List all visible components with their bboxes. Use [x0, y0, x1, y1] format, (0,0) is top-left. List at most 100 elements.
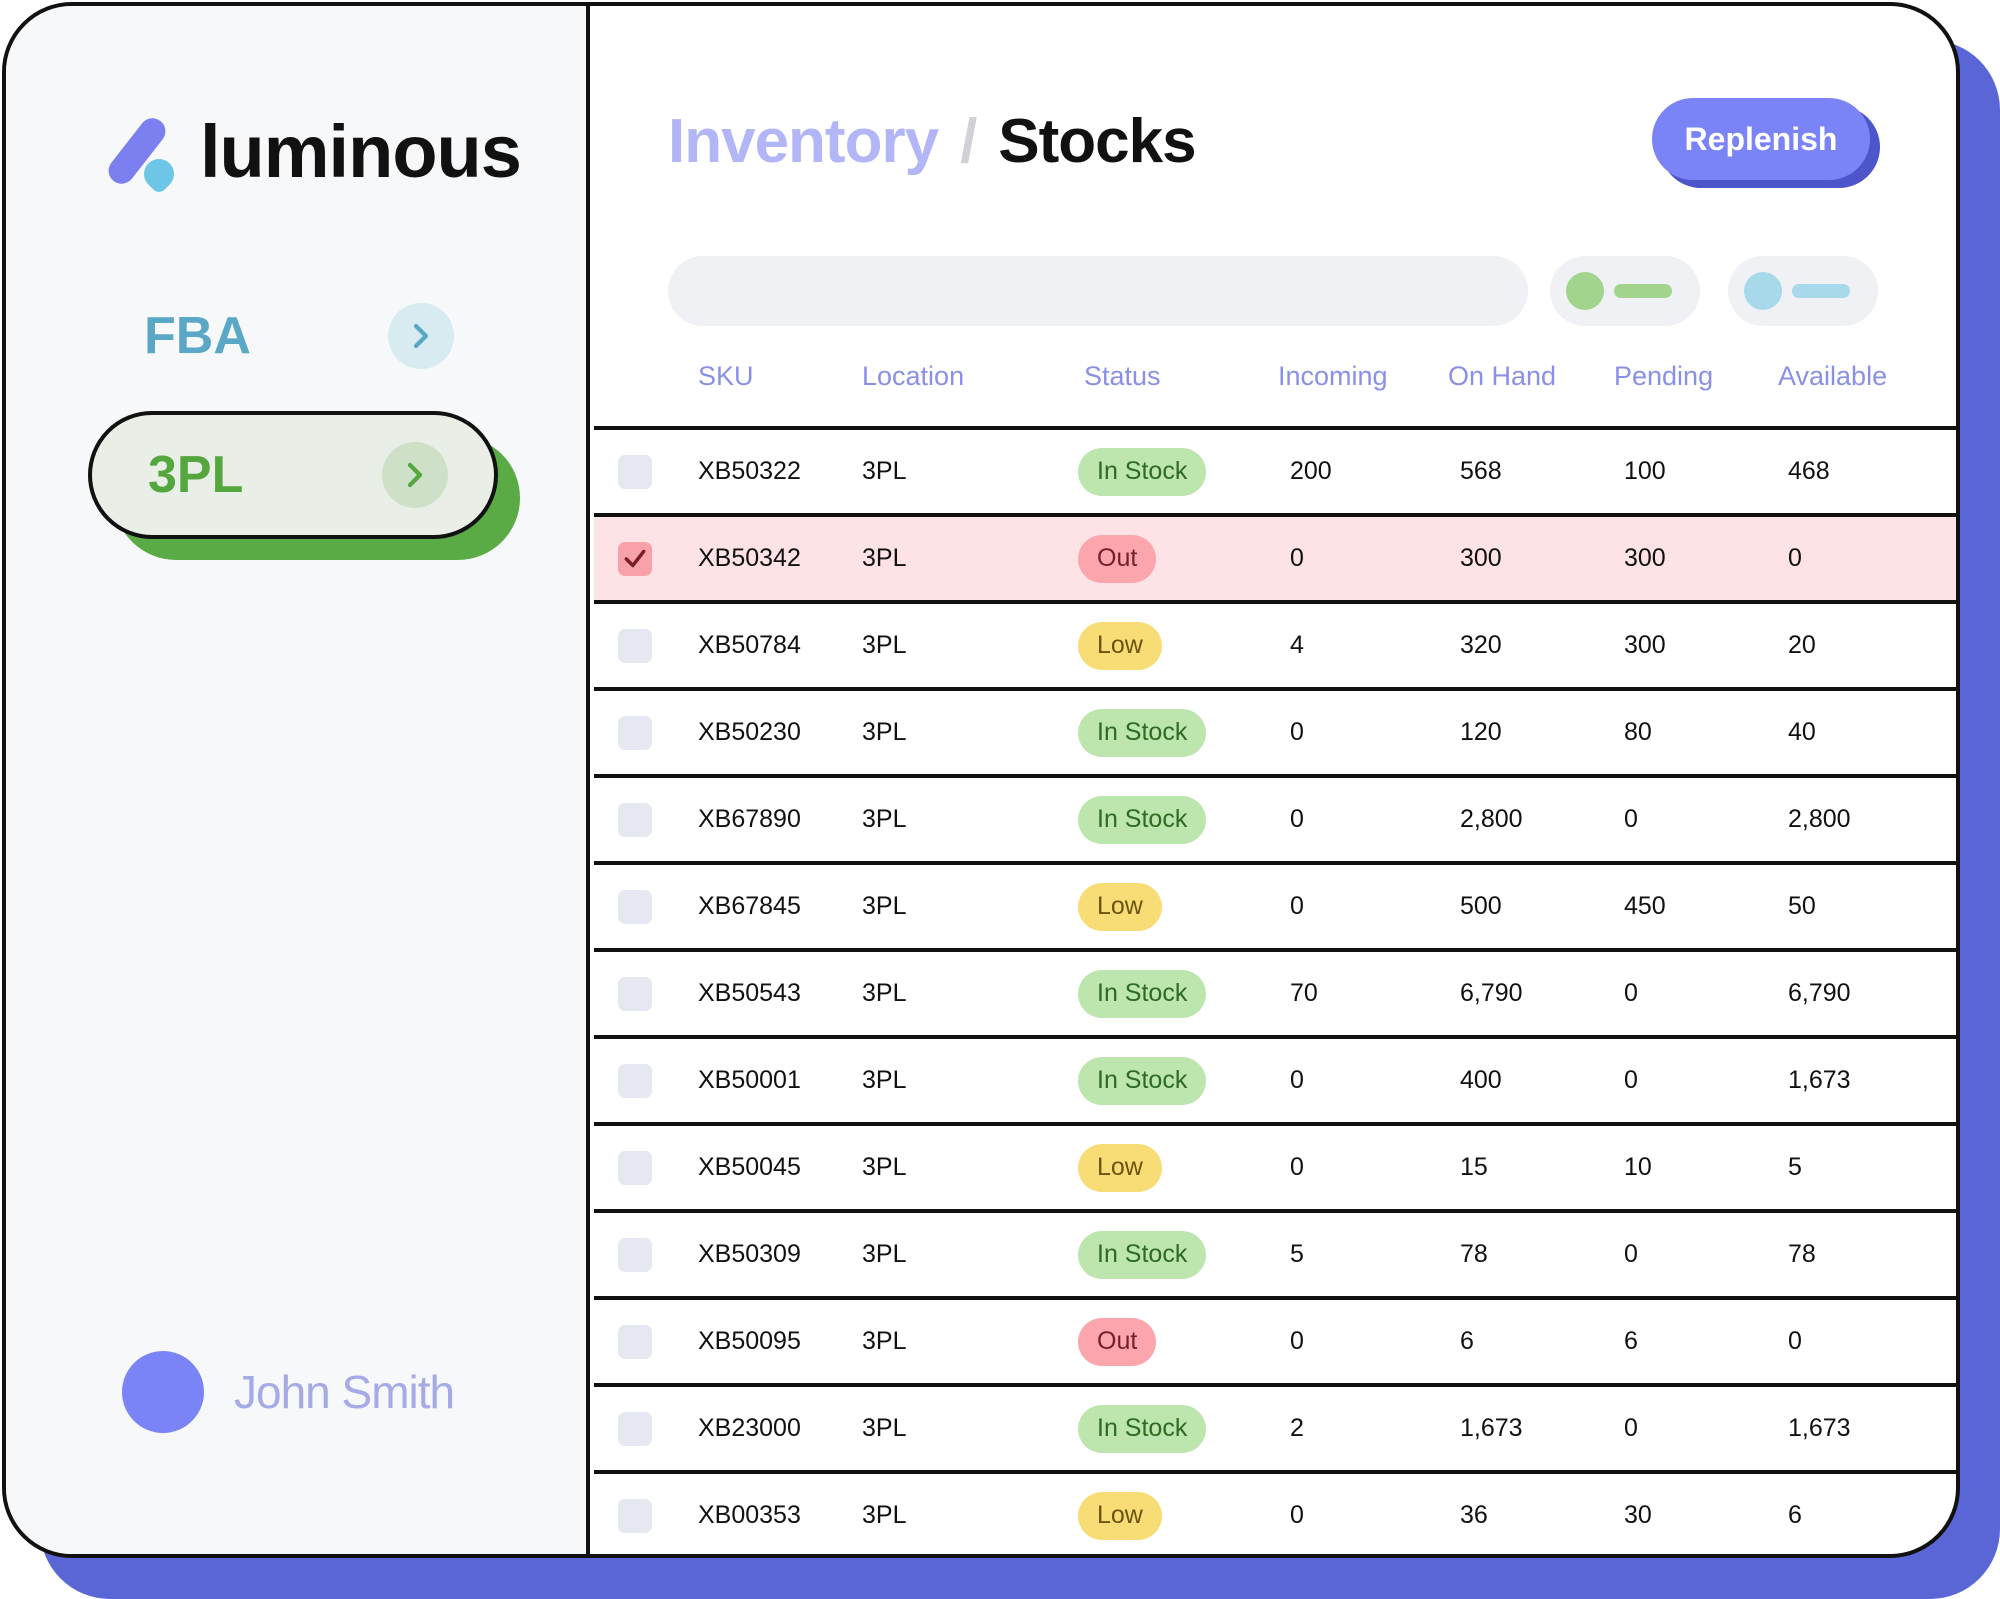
location-cell: 3PL: [862, 1414, 907, 1442]
available-cell: 40: [1788, 718, 1816, 746]
breadcrumb-separator: /: [960, 107, 977, 176]
incoming-cell: 0: [1290, 1501, 1304, 1529]
pending-cell: 450: [1624, 892, 1666, 920]
brand-logo: luminous: [103, 106, 522, 196]
column-header-location[interactable]: Location: [862, 361, 964, 392]
sku-cell: XB50322: [698, 457, 801, 485]
location-cell: 3PL: [862, 631, 907, 659]
user-profile[interactable]: John Smith: [122, 1351, 455, 1433]
table-row[interactable]: XB67890 3PL 0 2,800 0 2,800 In Stock: [594, 774, 1956, 861]
on-hand-cell: 120: [1460, 718, 1502, 746]
status-cell: Out: [1078, 517, 1157, 600]
status-cell: In Stock: [1078, 778, 1207, 861]
sidebar-item-3pl[interactable]: 3PL: [88, 411, 498, 539]
breadcrumb-inventory[interactable]: Inventory: [668, 106, 939, 177]
on-hand-cell: 15: [1460, 1153, 1488, 1181]
filter-line-icon: [1792, 284, 1850, 298]
status-badge: Low: [1078, 621, 1162, 670]
pending-cell: 0: [1624, 805, 1638, 833]
status-cell: In Stock: [1078, 1387, 1207, 1470]
table-row[interactable]: XB50784 3PL 4 320 300 20 Low: [594, 600, 1956, 687]
filter-dot-icon: [1744, 272, 1782, 310]
column-header-pending[interactable]: Pending: [1614, 361, 1713, 392]
location-cell: 3PL: [862, 805, 907, 833]
on-hand-cell: 500: [1460, 892, 1502, 920]
column-header-status[interactable]: Status: [1084, 361, 1161, 392]
table-row[interactable]: XB23000 3PL 2 1,673 0 1,673 In Stock: [594, 1383, 1956, 1470]
table-row[interactable]: XB50095 3PL 0 6 6 0 Out: [594, 1296, 1956, 1383]
pending-cell: 300: [1624, 544, 1666, 572]
row-checkbox[interactable]: [618, 629, 652, 663]
brand-name: luminous: [200, 109, 522, 193]
avatar[interactable]: [122, 1351, 204, 1433]
available-cell: 2,800: [1788, 805, 1851, 833]
row-checkbox[interactable]: [618, 1064, 652, 1098]
available-cell: 1,673: [1788, 1414, 1851, 1442]
row-checkbox[interactable]: [618, 542, 652, 576]
sku-cell: XB00353: [698, 1501, 801, 1529]
row-checkbox[interactable]: [618, 1325, 652, 1359]
available-cell: 0: [1788, 1327, 1802, 1355]
row-checkbox[interactable]: [618, 977, 652, 1011]
sidebar-item-fba[interactable]: FBA: [144, 301, 454, 371]
column-header-available[interactable]: Available: [1778, 361, 1887, 392]
main-content: Inventory / Stocks Replenish SKU Locatio…: [594, 6, 1956, 1554]
incoming-cell: 4: [1290, 631, 1304, 659]
row-checkbox[interactable]: [618, 803, 652, 837]
incoming-cell: 0: [1290, 1327, 1304, 1355]
incoming-cell: 200: [1290, 457, 1332, 485]
location-cell: 3PL: [862, 979, 907, 1007]
sku-cell: XB23000: [698, 1414, 801, 1442]
pending-cell: 6: [1624, 1327, 1638, 1355]
sidebar-item-label: FBA: [144, 307, 251, 365]
search-input[interactable]: [668, 256, 1528, 326]
table-row[interactable]: XB50230 3PL 0 120 80 40 In Stock: [594, 687, 1956, 774]
on-hand-cell: 78: [1460, 1240, 1488, 1268]
table-row[interactable]: XB50322 3PL 200 568 100 468 In Stock: [594, 426, 1956, 513]
column-header-sku[interactable]: SKU: [698, 361, 754, 392]
table-row[interactable]: XB50045 3PL 0 15 10 5 Low: [594, 1122, 1956, 1209]
table-row[interactable]: XB50309 3PL 5 78 0 78 In Stock: [594, 1209, 1956, 1296]
on-hand-cell: 1,673: [1460, 1414, 1523, 1442]
on-hand-cell: 36: [1460, 1501, 1488, 1529]
column-header-on-hand[interactable]: On Hand: [1448, 361, 1556, 392]
status-cell: In Stock: [1078, 430, 1207, 513]
app-window: luminous FBA 3PL John Smith Inventory / …: [2, 2, 1960, 1558]
breadcrumb: Inventory / Stocks: [668, 106, 1197, 177]
table-row[interactable]: XB00353 3PL 0 36 30 6 Low: [594, 1470, 1956, 1554]
sku-cell: XB50342: [698, 544, 801, 572]
row-checkbox[interactable]: [618, 1499, 652, 1533]
pending-cell: 300: [1624, 631, 1666, 659]
row-checkbox[interactable]: [618, 890, 652, 924]
user-name: John Smith: [234, 1366, 455, 1418]
table-row[interactable]: XB50543 3PL 70 6,790 0 6,790 In Stock: [594, 948, 1956, 1035]
sidebar: luminous FBA 3PL John Smith: [6, 6, 590, 1554]
status-badge: Low: [1078, 1491, 1162, 1540]
available-cell: 468: [1788, 457, 1830, 485]
table-row[interactable]: XB50342 3PL 0 300 300 0 Out: [594, 513, 1956, 600]
location-cell: 3PL: [862, 1501, 907, 1529]
location-cell: 3PL: [862, 1240, 907, 1268]
row-checkbox[interactable]: [618, 1238, 652, 1272]
location-cell: 3PL: [862, 1153, 907, 1181]
sku-cell: XB50784: [698, 631, 801, 659]
table-row[interactable]: XB67845 3PL 0 500 450 50 Low: [594, 861, 1956, 948]
row-checkbox[interactable]: [618, 1151, 652, 1185]
available-cell: 6: [1788, 1501, 1802, 1529]
pending-cell: 30: [1624, 1501, 1652, 1529]
chevron-right-icon[interactable]: [382, 442, 448, 508]
on-hand-cell: 6: [1460, 1327, 1474, 1355]
luminous-logo-icon: [103, 111, 181, 196]
chevron-right-icon[interactable]: [388, 303, 454, 369]
column-header-incoming[interactable]: Incoming: [1278, 361, 1388, 392]
replenish-button[interactable]: Replenish: [1652, 98, 1870, 180]
row-checkbox[interactable]: [618, 1412, 652, 1446]
filter-toggle-blue[interactable]: [1728, 256, 1878, 326]
sku-cell: XB50543: [698, 979, 801, 1007]
filter-toggle-green[interactable]: [1550, 256, 1700, 326]
incoming-cell: 5: [1290, 1240, 1304, 1268]
row-checkbox[interactable]: [618, 716, 652, 750]
table-row[interactable]: XB50001 3PL 0 400 0 1,673 In Stock: [594, 1035, 1956, 1122]
available-cell: 1,673: [1788, 1066, 1851, 1094]
row-checkbox[interactable]: [618, 455, 652, 489]
